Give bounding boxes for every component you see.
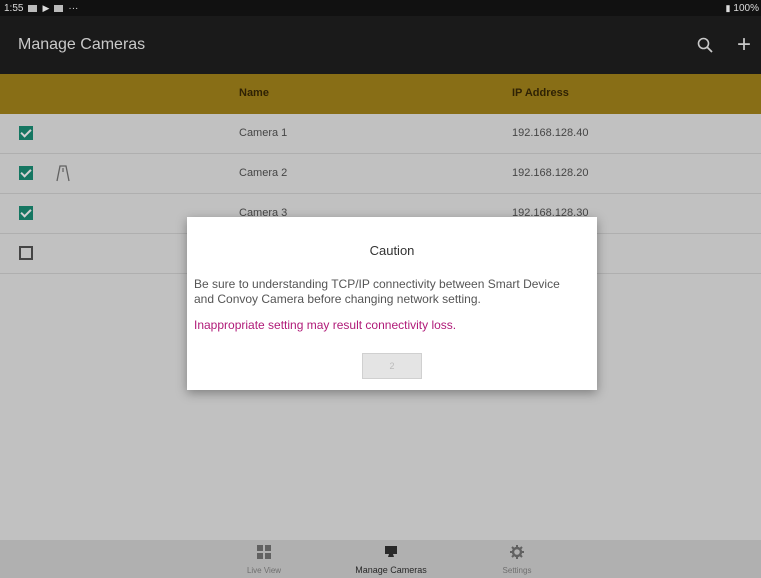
dialog-message: Be sure to understanding TCP/IP connecti… (194, 277, 560, 306)
status-time: 1:55 (4, 2, 24, 14)
search-icon[interactable] (697, 37, 713, 58)
dialog-warning: Inappropriate setting may result connect… (194, 318, 457, 332)
caution-dialog: Caution Be sure to understanding TCP/IP … (187, 217, 597, 390)
image-icon (54, 4, 64, 12)
more-dots: ··· (68, 2, 79, 14)
dialog-confirm-button[interactable]: 2 (362, 353, 422, 379)
status-bar: 1:55 ▶ ··· ▮ 100% (0, 0, 761, 16)
dialog-title: Caution (369, 243, 415, 258)
add-icon[interactable]: + (737, 33, 751, 57)
page-title: Manage Cameras (18, 36, 146, 53)
message-icon (28, 4, 38, 12)
app-bar: Manage Cameras + (0, 16, 761, 74)
play-icon: ▶ (42, 2, 50, 13)
battery-level: 100% (733, 2, 759, 14)
battery-icon: ▮ (725, 2, 731, 13)
